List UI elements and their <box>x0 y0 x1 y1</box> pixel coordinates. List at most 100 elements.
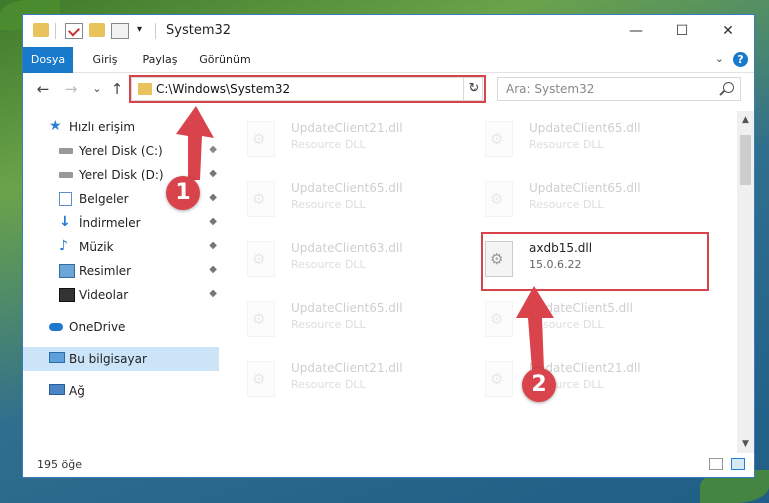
sidebar-item-label: Hızlı erişim <box>69 120 136 134</box>
dll-file-icon <box>247 241 275 277</box>
drive-icon <box>59 172 73 178</box>
file-tile[interactable]: UpdateClient65.dll Resource DLL <box>457 175 687 225</box>
file-type: Resource DLL <box>529 138 604 151</box>
dll-file-icon <box>247 361 275 397</box>
file-tile[interactable]: UpdateClient63.dll Resource DLL <box>219 235 449 285</box>
pin-icon[interactable]: ◆ <box>209 168 217 179</box>
details-view-icon[interactable] <box>709 458 723 470</box>
recent-locations-button[interactable]: ⌄ <box>87 78 107 100</box>
videos-icon <box>59 288 75 302</box>
sidebar-item-label: Videolar <box>79 288 129 302</box>
back-button[interactable]: ← <box>33 78 53 100</box>
sidebar-item-label: Bu bilgisayar <box>69 352 147 366</box>
divider <box>55 23 56 39</box>
dll-file-icon <box>247 181 275 217</box>
help-icon[interactable]: ? <box>733 52 748 67</box>
sidebar-item-label: Müzik <box>79 240 114 254</box>
file-tile[interactable]: UpdateClient21.dll Resource DLL <box>219 115 449 165</box>
sidebar-item-this-pc[interactable]: Bu bilgisayar <box>23 347 219 371</box>
sidebar-item-label: Ağ <box>69 384 85 398</box>
file-name: UpdateClient21.dll <box>291 361 403 375</box>
up-button[interactable]: ↑ <box>107 78 127 100</box>
new-folder-icon[interactable] <box>89 23 105 37</box>
pin-icon[interactable]: ◆ <box>209 288 217 299</box>
tab-share[interactable]: Paylaş <box>135 47 185 72</box>
search-icon[interactable] <box>723 82 734 93</box>
file-tile[interactable]: UpdateClient65.dll Resource DLL <box>457 115 687 165</box>
music-icon: ♪ <box>59 238 68 254</box>
sidebar-item-music[interactable]: ♪ Müzik ◆ <box>23 235 219 259</box>
file-type: Resource DLL <box>291 378 366 391</box>
file-type: Resource DLL <box>291 198 366 211</box>
scrollbar-thumb[interactable] <box>740 135 751 185</box>
sidebar-item-downloads[interactable]: ↓ İndirmeler ◆ <box>23 211 219 235</box>
item-count: 195 öğe <box>37 458 82 471</box>
tab-home[interactable]: Giriş <box>85 47 125 72</box>
file-type: Resource DLL <box>529 318 604 331</box>
cloud-icon <box>49 323 63 331</box>
computer-icon <box>49 352 65 363</box>
file-name: UpdateClient65.dll <box>291 181 403 195</box>
dll-file-icon <box>247 301 275 337</box>
sidebar-item-label: Resimler <box>79 264 132 278</box>
search-input[interactable]: Ara: System32 <box>497 77 741 101</box>
network-icon <box>49 384 65 395</box>
customize-toolbar-icon[interactable] <box>111 23 129 39</box>
address-bar-highlight <box>129 75 486 103</box>
sidebar-item-network[interactable]: Ağ <box>23 379 219 403</box>
chevron-down-icon[interactable]: ⌄ <box>715 52 724 65</box>
vertical-scrollbar[interactable]: ▲ ▼ <box>737 111 754 453</box>
file-type: Resource DLL <box>291 138 366 151</box>
folder-icon <box>33 23 49 37</box>
close-button[interactable]: ✕ <box>705 15 751 47</box>
minimize-button[interactable]: — <box>613 15 659 47</box>
file-type: Resource DLL <box>529 198 604 211</box>
file-tile[interactable]: UpdateClient65.dll Resource DLL <box>219 295 449 345</box>
download-icon: ↓ <box>59 214 71 230</box>
scroll-down-icon[interactable]: ▼ <box>737 439 754 449</box>
pin-icon[interactable]: ◆ <box>209 240 217 251</box>
drive-icon <box>59 148 73 154</box>
dll-file-icon <box>247 121 275 157</box>
sidebar-item-label: Yerel Disk (D:) <box>79 168 164 182</box>
file-tile[interactable]: UpdateClient21.dll Resource DLL <box>457 355 687 405</box>
status-bar: 195 öğe <box>23 453 754 477</box>
sidebar-item-disk-c[interactable]: Yerel Disk (C:) ◆ <box>23 139 219 163</box>
file-highlight <box>481 232 709 291</box>
forward-button[interactable]: → <box>61 78 81 100</box>
search-placeholder: Ara: System32 <box>506 82 595 96</box>
pin-icon[interactable]: ◆ <box>209 192 217 203</box>
properties-icon[interactable] <box>65 23 83 39</box>
pin-icon[interactable]: ◆ <box>209 144 217 155</box>
sidebar-item-label: İndirmeler <box>79 216 141 230</box>
file-tile[interactable]: UpdateClient21.dll Resource DLL <box>219 355 449 405</box>
tab-view[interactable]: Görünüm <box>197 47 253 72</box>
divider <box>155 23 156 39</box>
file-tile[interactable]: UpdateClient65.dll Resource DLL <box>219 175 449 225</box>
ribbon-tabs: Dosya Giriş Paylaş Görünüm ⌄ ? <box>23 47 754 97</box>
dll-file-icon <box>485 301 513 337</box>
file-name: UpdateClient65.dll <box>291 301 403 315</box>
file-type: Resource DLL <box>291 318 366 331</box>
file-name: UpdateClient21.dll <box>291 121 403 135</box>
pin-icon[interactable]: ◆ <box>209 264 217 275</box>
scroll-up-icon[interactable]: ▲ <box>737 115 754 125</box>
sidebar-item-label: OneDrive <box>69 320 126 334</box>
file-type: Resource DLL <box>291 258 366 271</box>
star-icon: ★ <box>49 118 62 134</box>
navigation-pane: ★ Hızlı erişim Yerel Disk (C:) ◆ Yerel D… <box>23 111 219 447</box>
file-tile[interactable]: UpdateClient5.dll Resource DLL <box>457 295 687 345</box>
sidebar-item-onedrive[interactable]: OneDrive <box>23 315 219 339</box>
callout-2: 2 <box>522 368 556 402</box>
pin-icon[interactable]: ◆ <box>209 216 217 227</box>
sidebar-item-pictures[interactable]: Resimler ◆ <box>23 259 219 283</box>
sidebar-item-videos[interactable]: Videolar ◆ <box>23 283 219 307</box>
dll-file-icon <box>485 121 513 157</box>
sidebar-item-quick-access[interactable]: ★ Hızlı erişim <box>23 115 219 139</box>
window-title: System32 <box>166 23 232 38</box>
documents-icon <box>59 192 72 206</box>
chevron-down-icon[interactable]: ▾ <box>137 23 153 37</box>
callout-1: 1 <box>166 176 200 210</box>
large-icons-view-icon[interactable] <box>731 458 745 470</box>
maximize-button[interactable]: ☐ <box>659 15 705 47</box>
